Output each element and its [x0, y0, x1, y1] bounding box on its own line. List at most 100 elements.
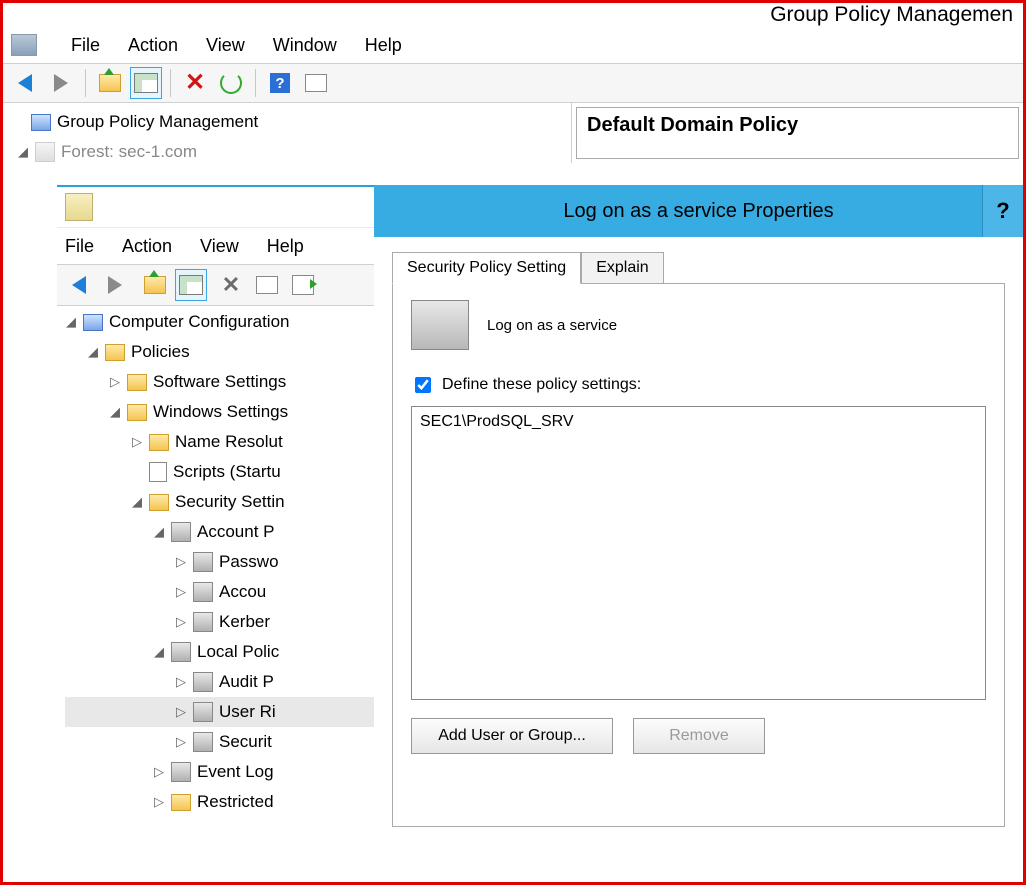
tree-restricted-groups[interactable]: Restricted: [197, 787, 274, 817]
show-hide-tree-button[interactable]: [130, 67, 162, 99]
computer-config-icon: [83, 314, 103, 331]
list-item[interactable]: SEC1\ProdSQL_SRV: [420, 413, 977, 431]
back-button[interactable]: [9, 67, 41, 99]
gpme-tree[interactable]: ◢Computer Configuration ◢Policies ▷Softw…: [57, 303, 384, 882]
gpme-menu-help[interactable]: Help: [267, 236, 304, 257]
tree-password-policy[interactable]: Passwo: [219, 547, 279, 577]
properties-icon: [256, 276, 278, 294]
arrow-left-icon: [18, 74, 32, 92]
tree-account-lockout[interactable]: Accou: [219, 577, 266, 607]
gpme-menu-view[interactable]: View: [200, 236, 239, 257]
policy-node-icon: [171, 642, 191, 662]
tree-forest-label: Forest: sec-1.com: [61, 137, 197, 167]
menu-file[interactable]: File: [71, 35, 100, 56]
policy-node-icon: [193, 552, 213, 572]
gpme-delete-button[interactable]: ✕: [215, 269, 247, 301]
tree-account-policies[interactable]: Account P: [197, 517, 275, 547]
tree-computer-config[interactable]: Computer Configuration: [109, 307, 289, 337]
details-header: Default Domain Policy: [576, 107, 1019, 159]
folder-icon: [127, 404, 147, 421]
tree-kerberos-policy[interactable]: Kerber: [219, 607, 270, 637]
folder-icon: [105, 344, 125, 361]
arrow-right-icon: [108, 276, 122, 294]
gpme-menu-action[interactable]: Action: [122, 236, 172, 257]
policy-icon: [411, 300, 469, 350]
define-settings-input[interactable]: [415, 377, 431, 393]
arrow-right-icon: [54, 74, 68, 92]
policy-node-icon: [171, 762, 191, 782]
folder-up-icon: [99, 74, 121, 92]
gpme-menu-file[interactable]: File: [65, 236, 94, 257]
security-folder-icon: [149, 494, 169, 511]
tab-explain[interactable]: Explain: [581, 252, 663, 284]
menu-window[interactable]: Window: [273, 35, 337, 56]
gpme-forward-button[interactable]: [99, 269, 131, 301]
folder-icon: [127, 374, 147, 391]
policy-node-icon: [193, 582, 213, 602]
help-button[interactable]: ?: [264, 67, 296, 99]
tree-audit-policy[interactable]: Audit P: [219, 667, 274, 697]
policy-node-icon: [193, 612, 213, 632]
scripts-icon: [149, 462, 167, 482]
console-root-icon: [31, 114, 51, 131]
gpme-export-button[interactable]: [287, 269, 319, 301]
policy-node-icon: [193, 732, 213, 752]
dialog-titlebar[interactable]: Log on as a service Properties ?: [374, 185, 1023, 237]
system-menu-icon[interactable]: [11, 34, 37, 56]
gpme-system-icon[interactable]: [65, 193, 93, 221]
forest-icon: [35, 142, 55, 162]
tree-security-options[interactable]: Securit: [219, 727, 272, 757]
policy-node-icon: [171, 522, 191, 542]
delete-button[interactable]: ✕: [179, 67, 211, 99]
tab-security-policy-setting[interactable]: Security Policy Setting: [392, 252, 581, 284]
dialog-help-button[interactable]: ?: [982, 185, 1023, 237]
refresh-icon: [220, 72, 242, 94]
restricted-folder-icon: [171, 794, 191, 811]
forward-button[interactable]: [45, 67, 77, 99]
export-icon: [292, 275, 314, 295]
tree-security-settings[interactable]: Security Settin: [175, 487, 285, 517]
up-folder-button[interactable]: [94, 67, 126, 99]
add-user-or-group-button[interactable]: Add User or Group...: [411, 718, 613, 754]
define-settings-checkbox[interactable]: Define these policy settings:: [411, 374, 986, 396]
policy-name-label: Log on as a service: [487, 317, 617, 334]
gpm-window-title: Group Policy Managemen: [3, 3, 1023, 27]
gpm-menubar: File Action View Window Help: [3, 27, 1023, 64]
users-listbox[interactable]: SEC1\ProdSQL_SRV: [411, 406, 986, 700]
tree-scripts[interactable]: Scripts (Startu: [173, 457, 281, 487]
tree-event-log[interactable]: Event Log: [197, 757, 274, 787]
remove-button[interactable]: Remove: [633, 718, 765, 754]
policy-node-icon: [193, 702, 213, 722]
gpm-toolbar: ✕ ?: [3, 64, 1023, 103]
policy-node-icon: [193, 672, 213, 692]
tree-pane-icon: [134, 73, 158, 93]
tree-name-resolution[interactable]: Name Resolut: [175, 427, 283, 457]
gpme-properties-button[interactable]: [251, 269, 283, 301]
define-settings-label: Define these policy settings:: [442, 376, 641, 394]
gpme-up-button[interactable]: [139, 269, 171, 301]
delete-x-icon: ✕: [222, 274, 240, 296]
menu-action[interactable]: Action: [128, 35, 178, 56]
gpm-tree[interactable]: Group Policy Management ◢Forest: sec-1.c…: [3, 103, 572, 163]
properties-dialog: Log on as a service Properties ? Securit…: [374, 185, 1023, 882]
tree-root-label: Group Policy Management: [57, 107, 258, 137]
tree-policies[interactable]: Policies: [131, 337, 190, 367]
properties-button[interactable]: [300, 67, 332, 99]
dialog-title-text: Log on as a service Properties: [563, 200, 833, 223]
delete-x-icon: ✕: [185, 71, 205, 95]
tree-pane-icon: [179, 275, 203, 295]
refresh-button[interactable]: [215, 67, 247, 99]
tree-windows-settings[interactable]: Windows Settings: [153, 397, 288, 427]
help-icon: ?: [270, 73, 290, 93]
folder-icon: [149, 434, 169, 451]
menu-view[interactable]: View: [206, 35, 245, 56]
gpme-back-button[interactable]: [63, 269, 95, 301]
properties-icon: [305, 74, 327, 92]
folder-up-icon: [144, 276, 166, 294]
tree-local-policies[interactable]: Local Polic: [197, 637, 279, 667]
menu-help[interactable]: Help: [365, 35, 402, 56]
tree-software-settings[interactable]: Software Settings: [153, 367, 286, 397]
gpme-tree-toggle-button[interactable]: [175, 269, 207, 301]
arrow-left-icon: [72, 276, 86, 294]
tree-user-rights[interactable]: User Ri: [219, 697, 276, 727]
